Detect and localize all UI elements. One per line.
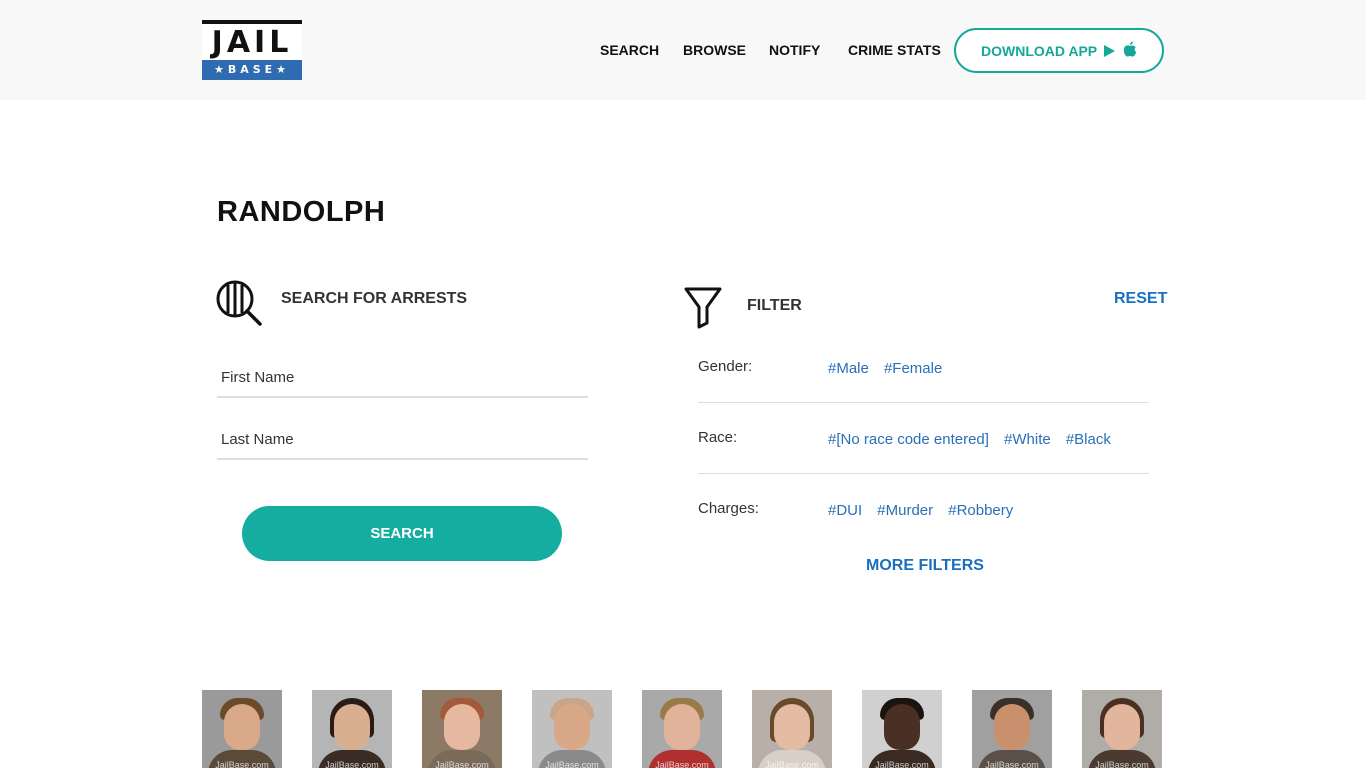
mugshot-watermark: JailBase.com [765,760,819,768]
filter-label-charges: Charges: [698,500,759,517]
filter-icon [684,287,722,329]
mugshot-thumbnail[interactable]: JailBase.com [972,690,1052,768]
mugshot-face [994,704,1030,750]
mugshot-watermark: JailBase.com [1095,760,1149,768]
nav-crime-stats[interactable]: CRIME STATS [848,42,941,60]
nav-notify[interactable]: NOTIFY [769,42,820,60]
mugshot-thumbnail[interactable]: JailBase.com [752,690,832,768]
last-name-input[interactable] [217,420,588,460]
mugshot-thumbnail[interactable]: JailBase.com [422,690,502,768]
mugshot-watermark: JailBase.com [545,760,599,768]
tag-robbery[interactable]: #Robbery [948,502,1013,519]
mugshot-watermark: JailBase.com [655,760,709,768]
mugshot-face [774,704,810,750]
mugshot-watermark: JailBase.com [985,760,1039,768]
tag-black[interactable]: #Black [1066,431,1111,448]
mugshot-face [1104,704,1140,750]
tag-dui[interactable]: #DUI [828,502,862,519]
search-button[interactable]: SEARCH [242,506,562,561]
filter-label-race: Race: [698,429,738,446]
mugshot-face [664,704,700,750]
mugshot-watermark: JailBase.com [875,760,929,768]
mugshot-face [444,704,480,750]
reset-link[interactable]: RESET [1114,290,1167,308]
mugshot-face [334,704,370,750]
logo-wordmark-box: JAIL [202,20,302,60]
mugshot-thumbnail[interactable]: JailBase.com [202,690,282,768]
nav-search[interactable]: SEARCH [600,42,659,60]
page-title: RANDOLPH [217,196,386,228]
filter-row-gender: Gender: #Male #Female [698,332,1149,403]
mugshot-thumbnail[interactable]: JailBase.com [862,690,942,768]
filter-row-charges: Charges: #DUI #Murder #Robbery [698,474,1149,545]
nav-browse[interactable]: BROWSE [683,42,746,60]
mugshot-face [884,704,920,750]
filter-heading: FILTER [747,297,802,314]
first-name-input[interactable] [217,358,588,398]
mugshot-thumbnail[interactable]: JailBase.com [642,690,722,768]
mugshot-watermark: JailBase.com [215,760,269,768]
tag-female[interactable]: #Female [884,360,942,377]
filter-tags-race: #[No race code entered] #White #Black [828,429,1121,448]
download-app-label: DOWNLOAD APP [981,43,1098,59]
mugshot-thumbnail[interactable]: JailBase.com [1082,690,1162,768]
site-header: JAIL ★BASE★ SEARCH BROWSE NOTIFY CRIME S… [0,0,1366,100]
more-filters-link[interactable]: MORE FILTERS [866,557,984,575]
mugshot-watermark: JailBase.com [325,760,379,768]
mugshot-face [554,704,590,750]
filter-row-race: Race: #[No race code entered] #White #Bl… [698,403,1149,474]
logo-subword: ★BASE★ [202,60,302,80]
mugshot-thumbnail[interactable]: JailBase.com [532,690,612,768]
mugshot-thumbnail[interactable]: JailBase.com [312,690,392,768]
filter-label-gender: Gender: [698,358,753,375]
logo-word: JAIL [211,25,293,60]
tag-white[interactable]: #White [1004,431,1051,448]
download-app-button[interactable]: DOWNLOAD APP [954,28,1164,73]
tag-no-race-code[interactable]: #[No race code entered] [828,431,989,448]
jailbase-logo[interactable]: JAIL ★BASE★ [202,20,302,80]
tag-male[interactable]: #Male [828,360,869,377]
search-heading: SEARCH FOR ARRESTS [281,290,468,307]
mugshot-face [224,704,260,750]
filter-tags-charges: #DUI #Murder #Robbery [828,500,1023,519]
apple-icon [1123,41,1137,57]
mugshot-watermark: JailBase.com [435,760,489,768]
filter-tags-gender: #Male #Female [828,358,952,377]
tag-murder[interactable]: #Murder [877,502,933,519]
search-arrests-icon [216,280,262,326]
google-play-icon [1104,45,1115,57]
